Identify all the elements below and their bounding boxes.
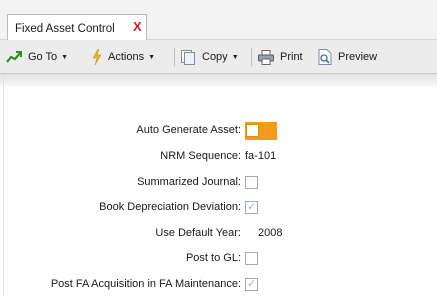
tab-bar: Fixed Asset Control X — [0, 0, 437, 40]
toolbar: Go To ▼ Actions ▼ Copy ▼ Print Preview — [0, 40, 437, 74]
chevron-down-icon: ▼ — [231, 53, 239, 61]
default-year-value[interactable]: 2008 — [258, 227, 282, 239]
nrm-sequence-label: NRM Sequence: — [160, 150, 241, 162]
checkmark-icon: ✓ — [247, 201, 257, 213]
tab-title: Fixed Asset Control — [15, 23, 115, 35]
lightning-icon — [92, 49, 102, 65]
checkmark-icon: ✓ — [247, 278, 257, 290]
tab-fixed-asset-control[interactable]: Fixed Asset Control X — [7, 14, 147, 40]
chevron-down-icon: ▼ — [148, 53, 156, 61]
book-depreciation-row: Book Depreciation Deviation: ✓ — [0, 199, 437, 217]
post-to-gl-label: Post to GL: — [185, 252, 241, 264]
copy-button[interactable]: Copy ▼ — [180, 40, 239, 74]
toolbar-separator — [174, 48, 175, 66]
default-year-row: Use Default Year: 2008 — [0, 225, 437, 243]
auto-generate-label: Auto Generate Asset: — [136, 124, 241, 136]
actions-label: Actions — [108, 51, 145, 63]
copy-icon — [181, 50, 195, 65]
auto-generate-checkbox[interactable] — [245, 122, 277, 140]
goto-label: Go To — [28, 51, 58, 63]
checkbox-box — [246, 124, 259, 137]
copy-label: Copy — [202, 51, 228, 63]
print-button[interactable]: Print — [258, 40, 303, 74]
summarized-journal-checkbox[interactable] — [245, 176, 258, 189]
actions-button[interactable]: Actions ▼ — [92, 40, 155, 74]
post-fa-acquisition-label: Post FA Acquisition in FA Maintenance: — [50, 278, 241, 290]
book-depreciation-label: Book Depreciation Deviation: — [99, 201, 241, 213]
preview-icon — [318, 49, 332, 65]
chevron-down-icon: ▼ — [61, 53, 69, 61]
preview-button[interactable]: Preview — [318, 40, 377, 74]
goto-button[interactable]: Go To ▼ — [6, 40, 68, 74]
preview-label: Preview — [338, 51, 378, 63]
post-fa-acquisition-checkbox[interactable]: ✓ — [245, 278, 258, 291]
auto-generate-row: Auto Generate Asset: — [0, 122, 437, 140]
header-strip — [0, 74, 437, 86]
nrm-sequence-value[interactable]: fa-101 — [245, 150, 276, 162]
goto-arrow-icon — [6, 51, 22, 63]
post-fa-acquisition-row: Post FA Acquisition in FA Maintenance: ✓ — [0, 276, 437, 294]
book-depreciation-checkbox[interactable]: ✓ — [245, 201, 258, 214]
nrm-sequence-row: NRM Sequence: fa-101 — [0, 148, 437, 166]
post-to-gl-row: Post to GL: — [0, 250, 437, 268]
print-label: Print — [280, 51, 303, 63]
post-to-gl-checkbox[interactable] — [245, 252, 258, 265]
printer-icon — [258, 49, 274, 65]
toolbar-separator — [251, 48, 252, 66]
summarized-journal-label: Summarized Journal: — [137, 176, 241, 188]
summarized-journal-row: Summarized Journal: — [0, 174, 437, 192]
close-icon[interactable]: X — [133, 20, 142, 34]
default-year-label: Use Default Year: — [155, 227, 241, 239]
